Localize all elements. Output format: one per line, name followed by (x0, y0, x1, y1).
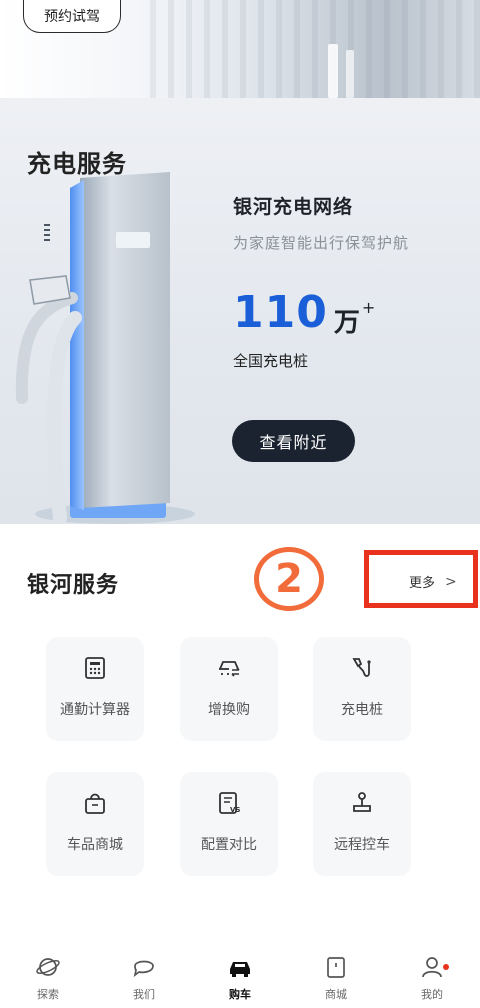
service-card-label: 通勤计算器 (60, 702, 130, 718)
charger-count-label: 全国充电桩 (233, 352, 309, 370)
banner-light (328, 44, 338, 98)
view-nearby-button[interactable]: 查看附近 (232, 420, 355, 462)
service-card-label: 配置对比 (201, 837, 257, 853)
charger-count-value: 110 (233, 287, 328, 338)
tab-label: 我们 (133, 988, 155, 1001)
calculator-icon (85, 657, 105, 679)
service-card-charging-pile[interactable]: 充电桩 (313, 637, 411, 741)
store-icon (327, 957, 345, 978)
tab-label: 探索 (37, 988, 59, 1001)
service-card-label: 远程控车 (334, 837, 390, 853)
service-card-trade-in[interactable]: 增换购 (180, 637, 278, 741)
banner-background-pattern (150, 0, 480, 98)
service-card-remote-control[interactable]: 远程控车 (313, 772, 411, 876)
planet-icon (36, 958, 60, 976)
tab-label: 商城 (325, 988, 347, 1001)
service-card-label: 充电桩 (341, 702, 383, 718)
svg-text:VS: VS (230, 806, 240, 814)
tab-explore[interactable]: 探索 (18, 954, 78, 1002)
test-drive-button[interactable]: 预约试驾 (23, 0, 121, 33)
tab-label: 购车 (229, 988, 251, 1001)
joystick-icon (353, 792, 371, 812)
bottom-tab-bar: 探索 我们 购车 商城 我的 (0, 948, 480, 1008)
charger-count-unit: 万 (333, 308, 360, 338)
charger-count: 110 万 + (233, 288, 375, 339)
services-section-title: 银河服务 (27, 573, 120, 598)
charging-plug-icon (352, 658, 371, 677)
car-icon (230, 962, 250, 977)
service-card-label: 增换购 (208, 702, 250, 718)
network-title: 银河充电网络 (233, 196, 354, 218)
chat-bubble-icon (133, 960, 154, 978)
charging-service-title: 充电服务 (27, 150, 127, 178)
car-trade-icon (219, 661, 240, 677)
tab-us[interactable]: 我们 (114, 954, 174, 1002)
tab-mine[interactable]: 我的 (402, 954, 462, 1002)
tab-label: 我的 (421, 988, 443, 1001)
more-label: 更多 (409, 576, 436, 591)
compare-doc-icon: VS (219, 792, 240, 814)
profile-icon (422, 957, 442, 978)
chevron-right-icon: > (445, 573, 457, 590)
charging-service-banner[interactable]: 充电服务 银河充电网络 为家庭智能出行保驾护航 110 万 + 全国充电桩 查看… (0, 98, 480, 524)
tab-store[interactable]: 商城 (306, 954, 366, 1002)
service-card-commute-calculator[interactable]: 通勤计算器 (46, 637, 144, 741)
tab-buy-car[interactable]: 购车 (210, 954, 270, 1002)
service-card-accessory-store[interactable]: 车品商城 (46, 772, 144, 876)
more-services-link[interactable]: 更多 > (409, 572, 457, 592)
charger-count-plus: + (361, 298, 376, 317)
notification-dot (443, 964, 449, 970)
network-subtitle: 为家庭智能出行保驾护航 (233, 234, 410, 252)
banner-light (346, 50, 354, 98)
step-number-badge: 2 (254, 547, 324, 611)
service-card-config-compare[interactable]: VS 配置对比 (180, 772, 278, 876)
shopping-bag-icon (85, 793, 105, 814)
service-card-label: 车品商城 (67, 837, 123, 853)
charger-illustration (15, 172, 195, 524)
